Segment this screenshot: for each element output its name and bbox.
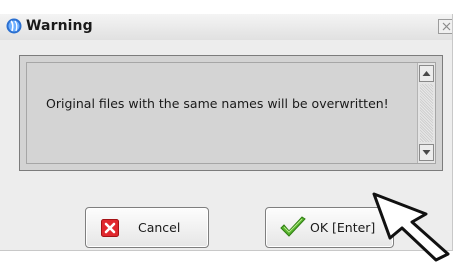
- scroll-down-button[interactable]: [419, 144, 434, 161]
- dialog-titlebar[interactable]: Warning: [0, 14, 452, 40]
- close-button[interactable]: [438, 19, 452, 34]
- red-x-icon: [101, 219, 119, 237]
- screen: Warning Original files with the same nam…: [0, 0, 462, 266]
- scroll-up-arrow-icon: [422, 71, 431, 76]
- cancel-button[interactable]: Cancel: [85, 207, 209, 248]
- cancel-button-label: Cancel: [138, 220, 181, 235]
- warning-message: Original files with the same names will …: [46, 96, 389, 111]
- green-check-icon: [280, 216, 306, 237]
- dialog-title: Warning: [26, 18, 93, 34]
- app-logo-icon: [6, 18, 22, 34]
- scroll-track[interactable]: [420, 84, 433, 142]
- ok-button-label: OK [Enter]: [310, 220, 376, 235]
- scroll-up-button[interactable]: [419, 65, 434, 82]
- message-area: Original files with the same names will …: [26, 62, 436, 164]
- message-frame: Original files with the same names will …: [19, 55, 443, 171]
- vertical-scrollbar[interactable]: [417, 63, 435, 163]
- scroll-down-arrow-icon: [422, 150, 431, 155]
- mouse-pointer-icon: [372, 192, 450, 262]
- close-icon: [442, 22, 451, 31]
